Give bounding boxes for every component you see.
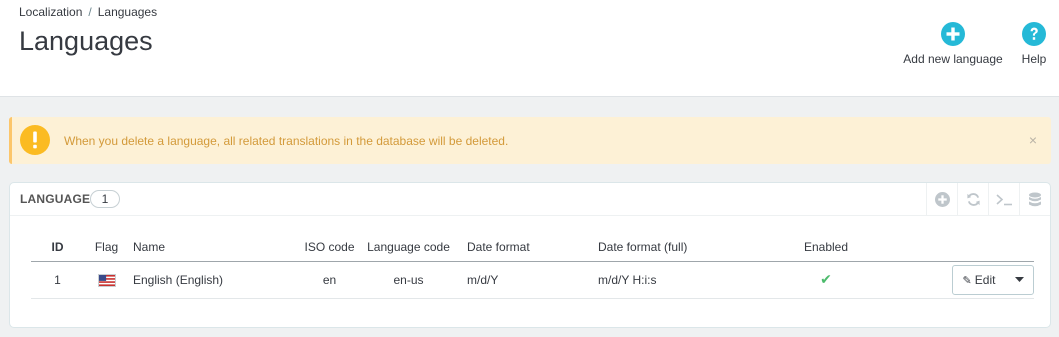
exclamation-circle-icon [20,125,50,155]
table-row[interactable]: 1 English (English) en en-us m/d/Y m/d/Y… [31,261,1034,299]
terminal-icon [995,194,1012,206]
plus-circle-icon [934,192,950,207]
refresh-tool[interactable] [957,183,988,216]
breadcrumb-parent[interactable]: Localization [19,5,82,19]
pencil-icon: ✎ [962,274,972,287]
add-new-language-button[interactable]: Add new language [898,22,1008,66]
cell-actions: ✎ Edit [870,261,1034,299]
add-new-language-label: Add new language [903,52,1003,66]
cell-language-code: en-us [358,261,459,299]
languages-table: ID Flag Name ISO code Language code Date… [31,233,1034,299]
panel-title: LANGUAGES [20,192,99,206]
help-button[interactable]: Help [1016,22,1052,66]
panel-tools [926,183,1050,216]
cell-enabled[interactable]: ✔ [782,261,870,299]
edit-label: Edit [974,272,996,287]
database-icon [1029,192,1041,206]
cell-name: English (English) [129,261,301,299]
warning-alert: When you delete a language, all related … [9,117,1051,164]
page-title: Languages [19,26,153,56]
cell-iso-code: en [301,261,358,299]
count-badge: 1 [90,190,120,208]
close-icon[interactable]: × [1029,132,1037,148]
column-header-date-format[interactable]: Date format [459,233,597,262]
row-actions-group: ✎ Edit [952,264,1034,295]
cell-id: 1 [31,261,84,299]
export-database-tool[interactable] [1019,183,1050,216]
table-header-row: ID Flag Name ISO code Language code Date… [31,233,1034,262]
column-header-flag: Flag [84,233,129,262]
languages-panel: LANGUAGES 1 ID Flag Name ISO code Langua… [9,182,1051,328]
panel-header: LANGUAGES 1 [10,183,1050,216]
actions-dropdown-toggle[interactable] [1005,266,1033,294]
cell-flag [84,261,129,299]
help-label: Help [1021,52,1047,66]
breadcrumb-current: Languages [97,5,158,19]
plus-circle-icon [941,22,965,46]
page-header: Localization / Languages Languages Add new… [0,0,1059,97]
add-row-tool[interactable] [926,183,957,216]
edit-button[interactable]: ✎ Edit [953,266,1005,294]
column-header-date-format-full[interactable]: Date format (full) [597,233,782,262]
question-circle-icon [1022,22,1046,46]
breadcrumb: Localization / Languages [19,5,157,19]
sql-query-tool[interactable] [988,183,1019,216]
refresh-icon [966,193,980,206]
check-icon[interactable]: ✔ [820,271,832,287]
column-header-actions [870,233,1034,262]
column-header-name[interactable]: Name [129,233,301,262]
column-header-iso-code[interactable]: ISO code [301,233,358,262]
column-header-enabled[interactable]: Enabled [782,233,870,262]
cell-date-format: m/d/Y [459,261,597,299]
us-flag-icon [97,273,116,287]
column-header-id[interactable]: ID [31,233,84,262]
column-header-language-code[interactable]: Language code [358,233,459,262]
cell-date-format-full: m/d/Y H:i:s [597,261,782,299]
breadcrumb-separator: / [88,5,92,19]
caret-down-icon [1014,277,1024,282]
alert-message: When you delete a language, all related … [64,134,509,148]
